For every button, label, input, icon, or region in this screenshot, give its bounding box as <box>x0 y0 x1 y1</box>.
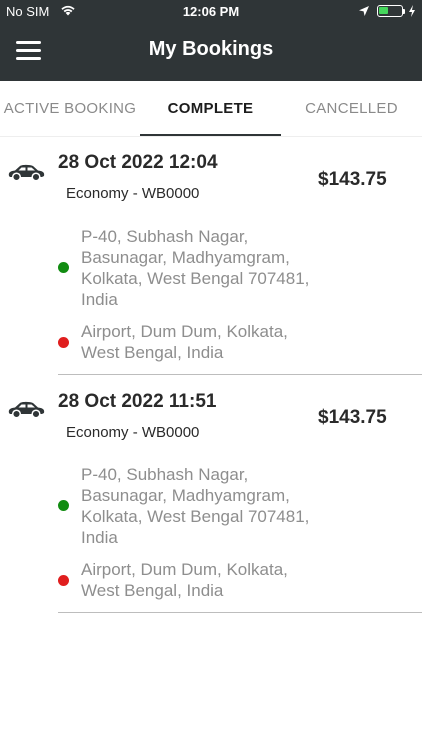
car-icon <box>8 401 45 419</box>
pickup-dot <box>58 500 69 511</box>
battery-level <box>379 7 388 14</box>
charging-bolt-icon <box>409 5 415 17</box>
pickup-address: P-40, Subhash Nagar, Basunagar, Madhyamg… <box>81 465 310 547</box>
booking-tabs: ACTIVE BOOKING COMPLETE CANCELLED <box>0 81 422 137</box>
booking-price: $143.75 <box>318 407 387 428</box>
drop-dot <box>58 575 69 586</box>
booking-divider <box>58 612 422 613</box>
pickup-address: P-40, Subhash Nagar, Basunagar, Madhyamg… <box>81 227 310 309</box>
drop-address: Airport, Dum Dum, Kolkata, West Bengal, … <box>81 322 288 362</box>
active-tab-indicator <box>140 134 281 136</box>
booking-vehicle: Economy - WB0000 <box>66 185 200 202</box>
battery-cap <box>403 9 405 14</box>
app-header: No SIM 12:06 PM My Bookings <box>0 0 422 81</box>
tab-active-booking[interactable]: ACTIVE BOOKING <box>0 81 140 137</box>
tab-complete[interactable]: COMPLETE <box>140 81 281 137</box>
page-title: My Bookings <box>148 38 274 60</box>
booking-card[interactable]: 28 Oct 2022 12:04 $143.75 Economy - WB00… <box>0 137 422 375</box>
drop-dot <box>58 337 69 348</box>
booking-card[interactable]: 28 Oct 2022 11:51 $143.75 Economy - WB00… <box>0 375 422 613</box>
tab-cancelled[interactable]: CANCELLED <box>281 81 422 137</box>
status-bar: No SIM 12:06 PM <box>0 0 422 24</box>
booking-datetime: 28 Oct 2022 12:04 <box>58 152 218 173</box>
location-arrow-icon <box>359 6 369 16</box>
car-icon <box>8 164 45 182</box>
booking-price: $143.75 <box>318 169 387 190</box>
drop-address: Airport, Dum Dum, Kolkata, West Bengal, … <box>81 560 288 600</box>
booking-datetime: 28 Oct 2022 11:51 <box>58 391 217 412</box>
pickup-dot <box>58 262 69 273</box>
booking-vehicle: Economy - WB0000 <box>66 424 200 441</box>
battery-icon <box>377 5 403 17</box>
